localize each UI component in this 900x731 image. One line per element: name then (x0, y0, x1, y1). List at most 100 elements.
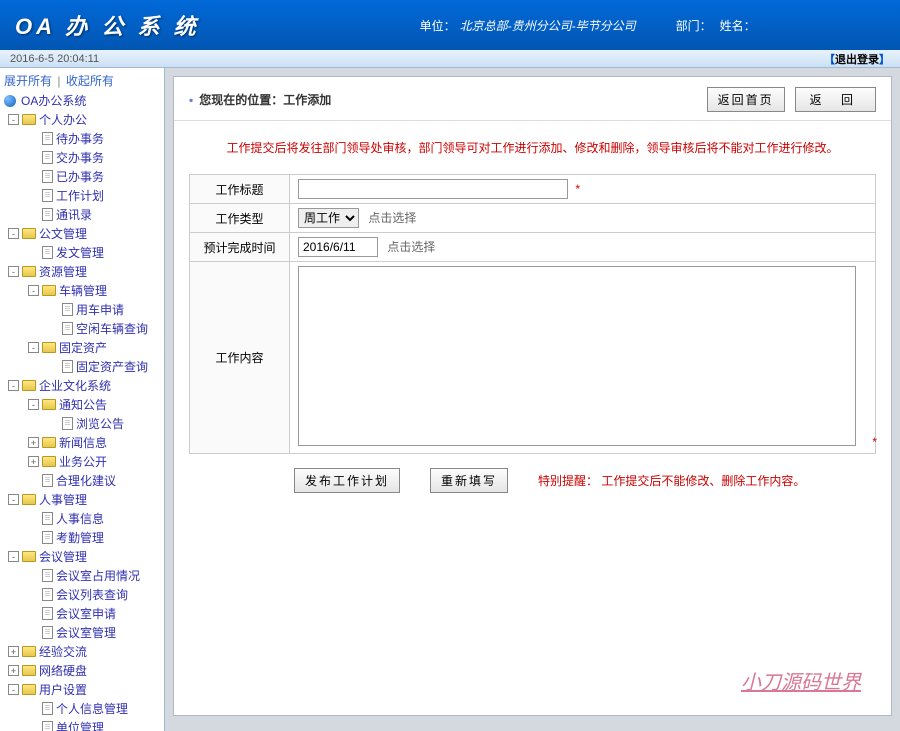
tree-toggle-icon[interactable]: - (28, 342, 39, 353)
tree-node[interactable]: 发文管理 (0, 243, 164, 262)
tree-label: 固定资产 (59, 339, 107, 356)
tree-node[interactable]: 会议室管理 (0, 623, 164, 642)
reset-button[interactable]: 重新填写 (430, 468, 508, 493)
file-icon (42, 151, 53, 164)
tree-label: 经验交流 (39, 643, 87, 660)
file-icon (42, 189, 53, 202)
content-textarea[interactable] (298, 266, 856, 446)
tree-node[interactable]: -公文管理 (0, 224, 164, 243)
tree-root[interactable]: OA办公系统 (0, 91, 164, 110)
tree-node[interactable]: 工作计划 (0, 186, 164, 205)
content-area: ▪ 您现在的位置：工作添加 返回首页 返 回 工作提交后将发往部门领导处审核，部… (165, 68, 900, 731)
tree-node[interactable]: 固定资产查询 (0, 357, 164, 376)
notice-text: 工作提交后将发往部门领导处审核，部门领导可对工作进行添加、修改和删除，领导审核后… (174, 121, 891, 174)
tree-node[interactable]: -企业文化系统 (0, 376, 164, 395)
bullet-icon: ▪ (189, 93, 193, 107)
tree-node[interactable]: - 车辆管理 (0, 281, 164, 300)
unit-label: 单位： (420, 17, 456, 34)
tree-node[interactable]: 通讯录 (0, 205, 164, 224)
tree-label: 发文管理 (56, 244, 104, 261)
tree-label: 人事管理 (39, 491, 87, 508)
sidebar-tree: 展开所有 | 收起所有 OA办公系统 -个人办公待办事务交办事务已办事务工作计划… (0, 68, 165, 731)
file-icon (42, 702, 53, 715)
folder-open-icon (42, 285, 56, 296)
name-label: 姓名： (720, 17, 756, 34)
tree-toggle-icon[interactable]: - (8, 380, 19, 391)
tree-label: 待办事务 (56, 130, 104, 147)
tree-node[interactable]: -个人办公 (0, 110, 164, 129)
tree-label: 网络硬盘 (39, 662, 87, 679)
tree-toggle-icon[interactable]: - (8, 228, 19, 239)
tree-label: 车辆管理 (59, 282, 107, 299)
tree-toggle-icon[interactable]: - (8, 114, 19, 125)
required-mark: * (575, 182, 580, 196)
tree-label: 已办事务 (56, 168, 104, 185)
title-input[interactable] (298, 179, 568, 199)
app-header: OA 办 公 系 统 单位： 北京总部-贵州分公司-毕节分公司 部门： 姓名： (0, 0, 900, 50)
tree-node[interactable]: 会议室申请 (0, 604, 164, 623)
tree-label: 交办事务 (56, 149, 104, 166)
tree-node[interactable]: 人事信息 (0, 509, 164, 528)
folder-open-icon (42, 399, 56, 410)
tree-node[interactable]: 会议列表查询 (0, 585, 164, 604)
tree-node[interactable]: -会议管理 (0, 547, 164, 566)
back-button[interactable]: 返 回 (795, 87, 876, 112)
tree-node[interactable]: + 网络硬盘 (0, 661, 164, 680)
tree-label: 人事信息 (56, 510, 104, 527)
folder-open-icon (22, 494, 36, 505)
tree-toggle-icon[interactable]: - (8, 494, 19, 505)
tree-node[interactable]: 空闲车辆查询 (0, 319, 164, 338)
tree-node[interactable]: -通知公告 (0, 395, 164, 414)
tree-node[interactable]: -用户设置 (0, 680, 164, 699)
watermark: 小刀源码世界 (741, 666, 861, 695)
tree-node[interactable]: - 资源管理 (0, 262, 164, 281)
tree-label: 会议列表查询 (56, 586, 128, 603)
globe-icon (4, 95, 16, 107)
submit-button[interactable]: 发布工作计划 (294, 468, 400, 493)
tree-toggle-icon[interactable]: - (28, 285, 39, 296)
file-icon (42, 531, 53, 544)
type-hint: 点击选择 (368, 211, 416, 225)
tree-node[interactable]: + 新闻信息 (0, 433, 164, 452)
tree-label: 新闻信息 (59, 434, 107, 451)
warn-text: 工作提交后不能修改、删除工作内容。 (601, 474, 805, 488)
tree-toggle-icon[interactable]: + (8, 646, 19, 657)
tree-toggle-icon[interactable]: - (8, 684, 19, 695)
tree-node[interactable]: + 经验交流 (0, 642, 164, 661)
tree-node[interactable]: 待办事务 (0, 129, 164, 148)
tree-toggle-icon[interactable]: - (8, 551, 19, 562)
file-icon (42, 626, 53, 639)
home-button[interactable]: 返回首页 (707, 87, 785, 112)
tree-toggle-icon[interactable]: - (28, 399, 39, 410)
tree-node[interactable]: 浏览公告 (0, 414, 164, 433)
file-icon (42, 721, 53, 731)
tree-toggle-icon[interactable]: + (28, 456, 39, 467)
tree-node[interactable]: - 人事管理 (0, 490, 164, 509)
tree-node[interactable]: - 固定资产 (0, 338, 164, 357)
tree-node[interactable]: 交办事务 (0, 148, 164, 167)
tree-node[interactable]: +业务公开 (0, 452, 164, 471)
tree-node[interactable]: 合理化建议 (0, 471, 164, 490)
folder-open-icon (42, 342, 56, 353)
tree-node[interactable]: 个人信息管理 (0, 699, 164, 718)
tree-node[interactable]: 单位管理 (0, 718, 164, 731)
type-select[interactable]: 周工作 (298, 208, 359, 228)
collapse-all-link[interactable]: 收起所有 (66, 74, 114, 88)
tree-node[interactable]: 会议室占用情况 (0, 566, 164, 585)
type-label: 工作类型 (190, 204, 290, 233)
tree-label: 资源管理 (39, 263, 87, 280)
date-input[interactable] (298, 237, 378, 257)
file-icon (42, 569, 53, 582)
file-icon (42, 474, 53, 487)
folder-closed-icon (42, 437, 56, 448)
tree-toggle-icon[interactable]: + (28, 437, 39, 448)
logout-button[interactable]: 【退出登录】 (824, 51, 890, 67)
tree-node[interactable]: 考勤管理 (0, 528, 164, 547)
tree-node[interactable]: 已办事务 (0, 167, 164, 186)
expand-all-link[interactable]: 展开所有 (4, 74, 52, 88)
subheader: 2016-6-5 20:04:11 【退出登录】 (0, 50, 900, 68)
tree-toggle-icon[interactable]: - (8, 266, 19, 277)
file-icon (42, 607, 53, 620)
tree-toggle-icon[interactable]: + (8, 665, 19, 676)
tree-node[interactable]: 用车申请 (0, 300, 164, 319)
